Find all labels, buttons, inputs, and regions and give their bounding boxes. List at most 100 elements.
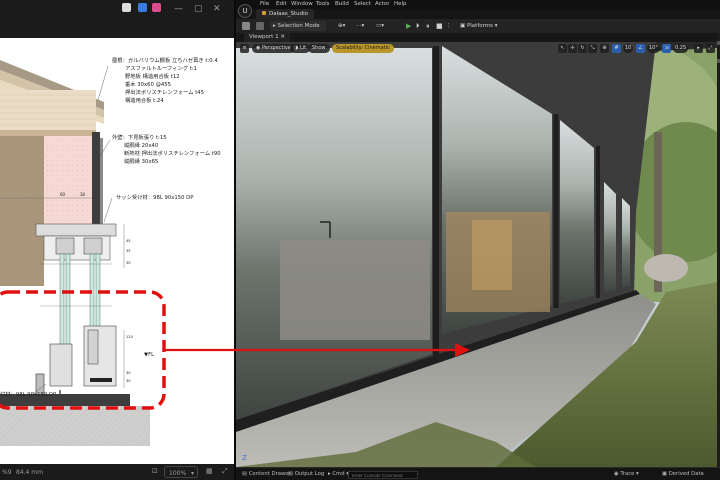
level-viewport[interactable]: Z ≡ ◉ Perspective ◑ Lit Show Scalability… (236, 42, 717, 467)
output-log-button[interactable]: ▤ Output Log (288, 471, 324, 478)
menu-select[interactable]: Select (354, 1, 371, 7)
pdf-viewer-window: — ▢ ✕ 60 30 45 35 30 120 30 30 屋根：ガルバリウム… (0, 0, 234, 480)
svg-text:30: 30 (126, 379, 131, 383)
grid-snap-icon[interactable]: # (612, 44, 621, 53)
close-icon[interactable]: ✕ (213, 4, 221, 14)
app-icon[interactable] (122, 3, 131, 12)
menu-actor[interactable]: Actor (375, 1, 389, 7)
cinematics-icon[interactable]: ▭▾ (376, 21, 384, 31)
pdf-page: 60 30 45 35 30 120 30 30 屋根：ガルバリウム鋼板 立ちハ… (0, 38, 234, 464)
unreal-editor-window: File Edit Window Tools Build Select Acto… (234, 0, 720, 480)
content-drawer-button[interactable]: ▤ Content Drawer (242, 471, 291, 478)
app-icon[interactable] (138, 3, 147, 12)
svg-text:縦胴縁 30x65: 縦胴縁 30x65 (124, 157, 158, 165)
play-button[interactable]: ▶ (406, 21, 411, 31)
minimize-icon[interactable]: — (174, 4, 183, 14)
roof-annotation: 屋根：ガルバリウム鋼板 立ちハゼ葺き t:0.4 アスファルトルーフィング t:… (112, 56, 218, 104)
more-options-icon[interactable]: ⋮ (446, 21, 452, 31)
tab-viewport[interactable]: Viewport 1 ✕ (244, 33, 290, 42)
menu-tools[interactable]: Tools (316, 1, 330, 7)
menu-help[interactable]: Help (394, 1, 407, 7)
selection-mode-dropdown[interactable]: ▸ Selection Mode (270, 21, 326, 31)
scalability-warning[interactable]: Scalability: Cinematic (332, 44, 394, 53)
page-size: 84.4 mm (16, 469, 43, 476)
scale-snap-icon[interactable]: ⇲ (662, 44, 671, 53)
svg-text:120: 120 (126, 335, 134, 339)
blueprint-icon[interactable]: ⋯▾ (356, 21, 364, 31)
menu-bar: File Edit Window Tools Build Select Acto… (236, 0, 720, 9)
ceiling-joist (0, 90, 96, 130)
grid-snap-value[interactable]: 10 (623, 44, 634, 53)
select-icon: ▸ (273, 23, 276, 29)
svg-text:アスファルトルーフィング t:1: アスファルトルーフィング t:1 (125, 64, 197, 72)
viewport-toolbar: ≡ ◉ Perspective ◑ Lit Show Scalability: … (236, 44, 717, 54)
world-space-icon[interactable]: ⊕ (600, 44, 609, 53)
sash-annotation-top: サッシ受け材：98L 90x150 DP (116, 193, 194, 201)
menu-file[interactable]: File (260, 1, 269, 7)
project-tab[interactable]: Dalaas_Studio (256, 9, 314, 19)
unreal-logo-icon[interactable]: U (238, 4, 252, 18)
menu-window[interactable]: Window (291, 1, 313, 7)
svg-text:60: 60 (60, 192, 66, 197)
content-icon[interactable] (256, 22, 264, 30)
select-mode-icon[interactable]: ↖ (558, 44, 567, 53)
sash-annotation-bottom: 付材：98L 90x150 DP (0, 390, 57, 398)
sash-sill (49, 343, 73, 387)
lit-icon: ◑ (294, 45, 299, 51)
kitchen-counter (280, 240, 430, 340)
svg-text:30: 30 (126, 261, 131, 265)
menu-build[interactable]: Build (335, 1, 349, 7)
section-drawing: 60 30 45 35 30 120 30 30 屋根：ガルバリウム鋼板 立ちハ… (0, 56, 221, 446)
menu-icon[interactable]: ≡ (240, 44, 249, 53)
scale-snap-value[interactable]: 0.25 (673, 44, 689, 53)
highlight-box (0, 290, 166, 410)
page-indicator: %9 (2, 469, 12, 476)
save-icon[interactable] (242, 22, 250, 30)
camera-icon: ◉ (256, 45, 261, 51)
svg-text:断熱材 押出法ポリスチレンフォーム t90: 断熱材 押出法ポリスチレンフォーム t90 (124, 149, 221, 157)
cmd-dropdown[interactable]: ▸ Cmd ▾ (328, 471, 349, 478)
scale-icon[interactable]: ⤡ (588, 44, 597, 53)
expand-icon[interactable]: ⤢ (222, 467, 228, 476)
translate-icon[interactable]: ✛ (568, 44, 577, 53)
status-bar: ▤ Content Drawer ▤ Output Log ▸ Cmd ▾ ◉ … (236, 467, 720, 480)
pause-icon[interactable]: ⏸ (426, 21, 430, 31)
trace-button[interactable]: ◉ Trace ▾ (614, 471, 639, 478)
play-options-icon[interactable]: ⏵ (416, 21, 420, 31)
beam (0, 130, 96, 136)
close-icon[interactable]: ✕ (280, 34, 285, 40)
fit-page-icon[interactable]: ⊡ (152, 467, 158, 475)
svg-text:屋根：ガルバリウム鋼板 立ちハゼ葺き t:0.4: 屋根：ガルバリウム鋼板 立ちハゼ葺き t:0.4 (112, 56, 218, 64)
svg-text:外壁：下見板張り t:15: 外壁：下見板張り t:15 (112, 133, 167, 141)
chevron-down-icon: ▾ (191, 470, 195, 477)
maximize-icon[interactable]: ▢ (194, 4, 203, 14)
viewport-tabbar: Viewport 1 ✕ (236, 33, 720, 42)
maximize-viewport-icon[interactable]: ⤢ (706, 44, 715, 53)
show-button[interactable]: Show (308, 44, 330, 53)
grid-view-icon[interactable]: ▦ (206, 467, 213, 475)
glass-panel (622, 198, 630, 288)
pdf-statusbar: %9 84.4 mm ⊡ 100% ▾ ▦ ⤢ (0, 464, 234, 480)
add-actor-icon[interactable]: ⊕▾ (338, 21, 345, 31)
menu-edit[interactable]: Edit (276, 1, 287, 7)
viewport-render: Z (236, 42, 717, 467)
app-icon[interactable] (152, 3, 161, 12)
rotate-icon[interactable]: ↻ (578, 44, 587, 53)
rotation-snap-value[interactable]: 10° (647, 44, 660, 53)
svg-text:垂木 30x60 @455: 垂木 30x60 @455 (125, 80, 171, 88)
perspective-button[interactable]: ◉ Perspective (252, 44, 295, 53)
svg-text:45: 45 (126, 239, 131, 243)
level-mark: ▼FL (144, 352, 154, 358)
stop-icon[interactable]: ■ (436, 21, 443, 31)
rotation-snap-icon[interactable]: ∠ (636, 44, 645, 53)
rock (644, 254, 688, 282)
derived-data-button[interactable]: ▣ Derived Data (662, 471, 704, 478)
platforms-button[interactable]: ▣ Platforms ▾ (460, 21, 498, 31)
svg-text:押出法ポリスチレンフォーム t45: 押出法ポリスチレンフォーム t45 (125, 88, 204, 96)
console-command-input[interactable] (348, 471, 418, 479)
sash-frame (35, 223, 117, 237)
zoom-select[interactable]: 100% ▾ (164, 466, 198, 478)
camera-speed-icon[interactable]: ▸ (694, 44, 703, 53)
glass-panel (560, 120, 594, 304)
glass-panel (604, 182, 616, 292)
